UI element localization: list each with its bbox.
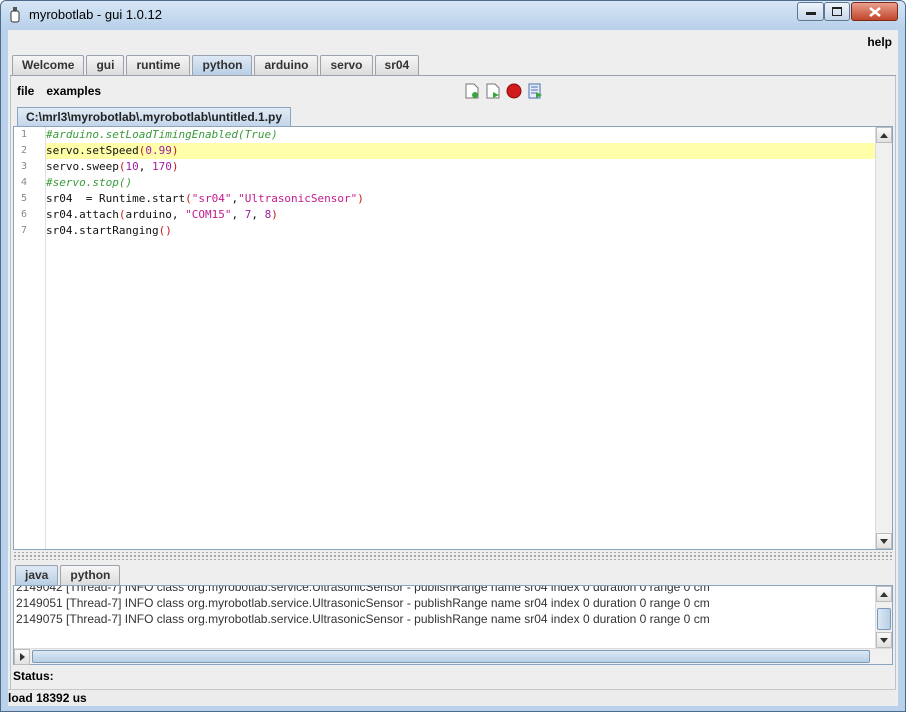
console-scroll-thumb[interactable] bbox=[877, 608, 891, 630]
code-text-area[interactable]: #arduino.setLoadTimingEnabled(True) servo… bbox=[46, 127, 875, 549]
arrow-down-icon bbox=[880, 637, 888, 643]
console-scroll-up-button[interactable] bbox=[876, 586, 892, 602]
examples-menu[interactable]: examples bbox=[46, 84, 101, 98]
stop-record-icon bbox=[506, 83, 521, 98]
minimize-icon bbox=[805, 11, 816, 15]
log-line: 2149051 [Thread-7] INFO class org.myrobo… bbox=[16, 596, 710, 610]
split-pane-divider[interactable] bbox=[13, 552, 893, 560]
arrow-up-icon bbox=[880, 132, 888, 138]
new-file-button[interactable] bbox=[463, 82, 480, 99]
service-tabs: Welcome gui runtime python arduino servo… bbox=[12, 55, 421, 76]
code-line[interactable]: servo.sweep(10, 170) bbox=[46, 159, 875, 175]
line-number: 4 bbox=[20, 177, 27, 188]
line-number: 7 bbox=[20, 225, 27, 236]
console-tabs: java python bbox=[15, 565, 122, 585]
editor-vertical-scrollbar[interactable] bbox=[875, 127, 892, 549]
status-bar: load 18392 us bbox=[8, 689, 896, 706]
tab-java[interactable]: java bbox=[15, 565, 59, 585]
save-file-icon bbox=[486, 83, 499, 98]
line-number: 5 bbox=[20, 193, 27, 204]
tab-welcome[interactable]: Welcome bbox=[12, 55, 85, 75]
status-label: Status: bbox=[13, 669, 54, 683]
status-text: load 18392 us bbox=[8, 691, 87, 705]
line-number: 2 bbox=[20, 145, 27, 156]
line-number-gutter: 1 2 3 4 5 6 7 bbox=[14, 127, 46, 549]
console-hscroll-thumb[interactable] bbox=[32, 650, 870, 663]
line-number: 6 bbox=[20, 209, 27, 220]
scroll-right-button[interactable] bbox=[14, 649, 30, 665]
stop-button[interactable] bbox=[505, 82, 522, 99]
minimize-button[interactable] bbox=[797, 2, 824, 21]
new-file-icon bbox=[465, 83, 478, 98]
app-icon bbox=[10, 7, 20, 23]
app-window: myrobotlab - gui 1.0.12 help Welcome gui… bbox=[0, 0, 906, 712]
console-scroll-down-button[interactable] bbox=[876, 632, 892, 648]
line-number: 3 bbox=[20, 161, 27, 172]
help-menu[interactable]: help bbox=[867, 35, 892, 49]
run-script-icon bbox=[528, 83, 542, 98]
save-file-button[interactable] bbox=[484, 82, 501, 99]
log-line: 2149042 [Thread-7] INFO class org.myrobo… bbox=[16, 586, 710, 594]
tab-python[interactable]: python bbox=[192, 55, 253, 75]
run-script-button[interactable] bbox=[526, 82, 543, 99]
python-panel: file examples C:\mrl3\myrobotlab\.myrobo… bbox=[10, 76, 896, 706]
file-menu[interactable]: file bbox=[17, 84, 34, 98]
code-line[interactable]: sr04 = Runtime.start("sr04","UltrasonicS… bbox=[46, 191, 875, 207]
code-line[interactable]: sr04.startRanging() bbox=[46, 223, 875, 239]
arrow-right-icon bbox=[19, 653, 25, 661]
client-area: help Welcome gui runtime python arduino … bbox=[8, 30, 898, 706]
code-line[interactable]: servo.setSpeed(0.99) bbox=[46, 143, 875, 159]
menu-bar: help bbox=[8, 30, 898, 53]
tab-gui[interactable]: gui bbox=[86, 55, 125, 75]
code-line[interactable]: #arduino.setLoadTimingEnabled(True) bbox=[46, 127, 875, 143]
log-console[interactable]: 2149042 [Thread-7] INFO class org.myrobo… bbox=[13, 585, 893, 665]
log-text: 2149042 [Thread-7] INFO class org.myrobo… bbox=[16, 586, 874, 648]
tab-servo[interactable]: servo bbox=[320, 55, 373, 75]
python-toolbar bbox=[463, 82, 543, 99]
python-menu: file examples bbox=[17, 84, 101, 98]
log-line: 2149075 [Thread-7] INFO class org.myrobo… bbox=[16, 612, 710, 626]
maximize-button[interactable] bbox=[824, 2, 850, 21]
scroll-up-button[interactable] bbox=[876, 127, 892, 143]
window-title: myrobotlab - gui 1.0.12 bbox=[29, 7, 162, 22]
code-line[interactable]: sr04.attach(arduino, "COM15", 7, 8) bbox=[46, 207, 875, 223]
tab-python-console[interactable]: python bbox=[60, 565, 121, 585]
code-line[interactable]: #servo.stop() bbox=[46, 175, 875, 191]
close-icon bbox=[868, 6, 881, 17]
maximize-icon bbox=[832, 7, 842, 16]
close-button[interactable] bbox=[851, 2, 898, 21]
console-horizontal-scrollbar[interactable] bbox=[14, 648, 892, 665]
line-number: 1 bbox=[20, 129, 27, 140]
tab-arduino[interactable]: arduino bbox=[254, 55, 319, 75]
file-tab[interactable]: C:\mrl3\myrobotlab\.myrobotlab\untitled.… bbox=[17, 107, 292, 126]
tab-runtime[interactable]: runtime bbox=[126, 55, 191, 75]
scroll-down-button[interactable] bbox=[876, 533, 892, 549]
arrow-down-icon bbox=[880, 538, 888, 544]
arrow-up-icon bbox=[880, 591, 888, 597]
tab-sr04[interactable]: sr04 bbox=[374, 55, 420, 75]
code-editor[interactable]: 1 2 3 4 5 6 7 #arduino.setLoadTimingEnab… bbox=[13, 126, 893, 550]
console-vertical-scrollbar[interactable] bbox=[875, 586, 892, 648]
title-bar[interactable]: myrobotlab - gui 1.0.12 bbox=[1, 1, 905, 28]
